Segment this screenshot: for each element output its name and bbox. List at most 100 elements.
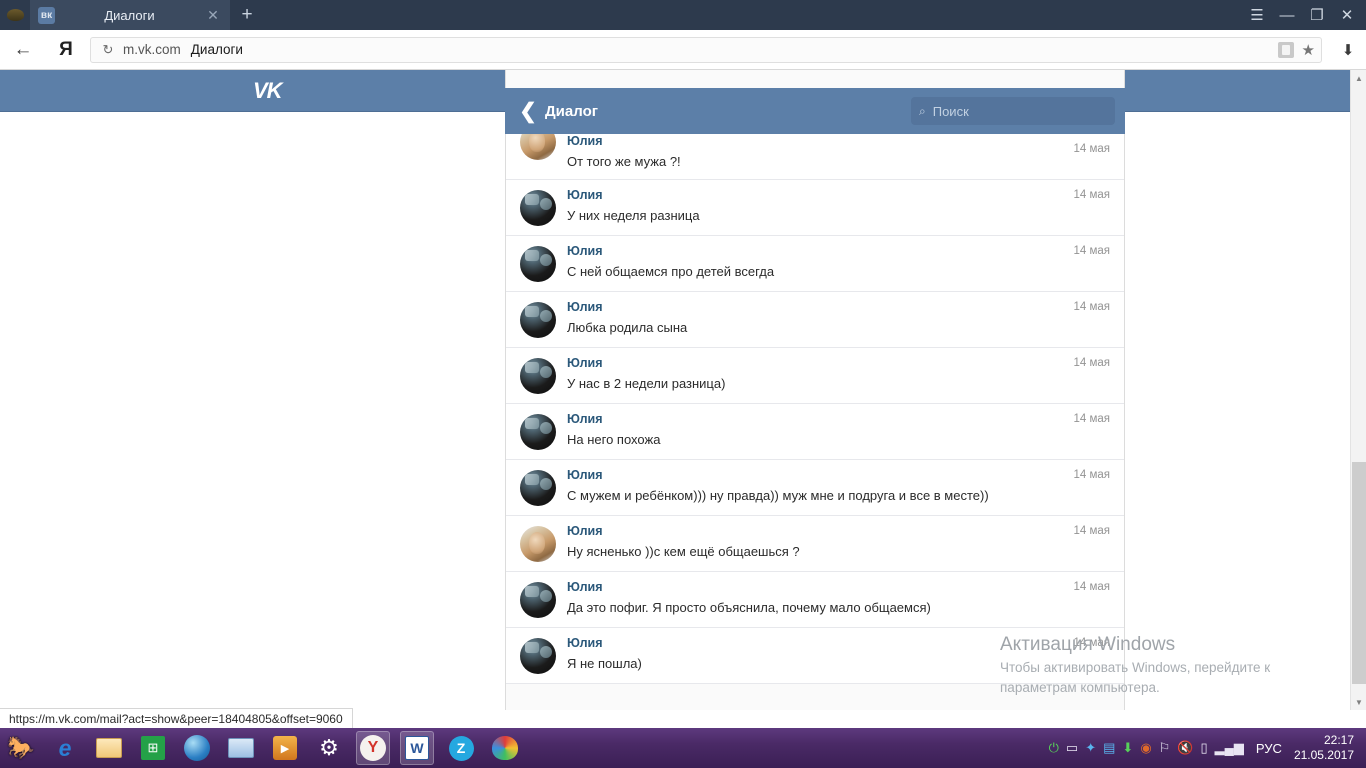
scroll-down-arrow-icon[interactable]: ▼ [1351,694,1366,710]
ferrari-icon[interactable]: 🐎 [4,731,38,765]
address-actions: ★ [1277,41,1315,59]
message-text: Любка родила сына [567,320,688,335]
battery-icon[interactable]: ▯ [1201,740,1208,756]
message-author[interactable]: Юлия [567,412,1058,426]
avatar[interactable] [520,638,556,674]
antivirus-icon[interactable]: ◉ [1140,740,1151,756]
address-input[interactable]: ↻ m.vk.com Диалоги ★ [90,36,1322,63]
yandex-logo-icon[interactable]: Я [46,30,86,70]
back-chevron-icon[interactable]: ❮ [515,99,541,124]
minimize-button[interactable]: — [1274,2,1300,28]
message-list: Юлия От того же мужа ?! 14 мая Юлия У них не… [506,134,1124,684]
back-button[interactable]: ← [0,30,46,70]
message-row[interactable]: Юлия Ну ясненько ))с кем ещё общаешься ? 1… [506,516,1124,572]
bookmark-star-icon[interactable]: ★ [1302,41,1315,59]
power-icon[interactable]: ⏻ [1049,740,1059,756]
message-author[interactable]: Юлия [567,468,1058,482]
restore-button[interactable]: ❐ [1304,2,1330,28]
message-row[interactable]: Юлия Я не пошла) 14 мая [506,628,1124,684]
microsoft-store-icon[interactable]: ⊞ [136,731,170,765]
browser-window: вк Диалоги ✕ + ☰ — ❐ ✕ ← Я ↻ m.vk.com Ди… [0,0,1366,768]
downloads-icon[interactable]: ⬇ [1330,30,1366,70]
message-text: У них неделя разница [567,208,700,223]
message-author[interactable]: Юлия [567,244,1058,258]
message-author[interactable]: Юлия [567,356,1058,370]
settings-gear-icon[interactable]: ⚙ [312,731,346,765]
app-menu-icon[interactable] [0,0,30,30]
message-row[interactable]: Юлия Любка родила сына 14 мая [506,292,1124,348]
clock[interactable]: 22:17 21.05.2017 [1294,733,1358,763]
scrollbar-thumb[interactable] [1352,462,1366,684]
message-row[interactable]: Юлия От того же мужа ?! 14 мая [506,134,1124,180]
message-date: 14 мая [1073,245,1110,257]
message-body: Юлия С ней общаемся про детей всегда [567,244,1110,282]
media-player-icon[interactable]: ▶ [268,731,302,765]
message-author[interactable]: Юлия [567,524,1058,538]
language-indicator[interactable]: РУС [1256,741,1282,756]
search-placeholder: Поиск [932,103,969,119]
message-row[interactable]: Юлия У нас в 2 недели разница) 14 мая [506,348,1124,404]
browser-globe-icon[interactable] [180,731,214,765]
message-text: От того же мужа ?! [567,154,681,169]
file-explorer-icon[interactable] [92,731,126,765]
zona-icon[interactable]: Z [444,731,478,765]
monitor-icon[interactable]: ▤ [1103,740,1115,756]
message-row[interactable]: Юлия Да это пофиг. Я просто объяснила, по… [506,572,1124,628]
message-date: 14 мая [1073,469,1110,481]
search-input[interactable]: ⌕ Поиск [911,97,1115,125]
avatar[interactable] [520,470,556,506]
new-tab-button[interactable]: + [230,0,264,30]
network-icon[interactable]: ▂▄▆ [1215,740,1244,756]
update-icon[interactable]: ⬇ [1122,740,1133,756]
avatar[interactable] [520,414,556,450]
bluetooth-icon[interactable]: ✦ [1085,740,1096,756]
message-author[interactable]: Юлия [567,636,1058,650]
message-author[interactable]: Юлия [567,188,1058,202]
close-button[interactable]: ✕ [1334,2,1360,28]
dialog-header-bar: ❮ Диалог ⌕ Поиск [505,88,1125,134]
avatar[interactable] [520,358,556,394]
screen-icon[interactable]: ▭ [1066,740,1078,756]
reload-icon[interactable]: ↻ [97,42,119,58]
message-author[interactable]: Юлия [567,134,1058,148]
paint-app-icon[interactable] [488,731,522,765]
avatar[interactable] [520,526,556,562]
message-body: Юлия С мужем и ребёнком))) ну правда)) му… [567,468,1110,506]
message-date: 14 мая [1073,581,1110,593]
message-body: Юлия Любка родила сына [567,300,1110,338]
reader-mode-icon[interactable] [1277,41,1294,58]
taskbar-apps: 🐎 e ⊞ ▶ ⚙ Y W Z [0,731,522,765]
tab-dialogi[interactable]: вк Диалоги ✕ [30,0,230,30]
message-text: Я не пошла) [567,656,642,671]
browser-menu-icon[interactable]: ☰ [1244,2,1270,28]
yandex-browser-icon[interactable]: Y [356,731,390,765]
message-row[interactable]: Юлия С мужем и ребёнком))) ну правда)) му… [506,460,1124,516]
avatar[interactable] [520,246,556,282]
message-body: Юлия Да это пофиг. Я просто объяснила, по… [567,580,1110,618]
page-scrollbar[interactable]: ▲ ▼ [1350,70,1366,710]
vk-logo-icon[interactable]: VK [253,78,283,104]
message-author[interactable]: Юлия [567,580,1058,594]
volume-mute-icon[interactable]: 🔇 [1177,740,1193,756]
control-panel-icon[interactable] [224,731,258,765]
message-date: 14 мая [1073,357,1110,369]
message-row[interactable]: Юлия У них неделя разница 14 мая [506,180,1124,236]
status-url-text: https://m.vk.com/mail?act=show&peer=1840… [9,711,343,726]
avatar[interactable] [520,582,556,618]
message-row[interactable]: Юлия На него похожа 14 мая [506,404,1124,460]
internet-explorer-icon[interactable]: e [48,731,82,765]
tab-close-icon[interactable]: ✕ [204,6,222,24]
url-bar: ← Я ↻ m.vk.com Диалоги ★ ⬇ [0,30,1366,70]
microsoft-word-icon[interactable]: W [400,731,434,765]
search-icon: ⌕ [919,103,926,118]
avatar[interactable] [520,190,556,226]
avatar[interactable] [520,134,556,160]
windows-taskbar: 🐎 e ⊞ ▶ ⚙ Y W Z ⏻ ▭ ✦ ▤ ⬇ ◉ ⚐ 🔇 ▯ ▂▄▆ РУС 22:17… [0,728,1366,768]
message-date: 14 мая [1073,637,1110,649]
avatar[interactable] [520,302,556,338]
message-row[interactable]: Юлия С ней общаемся про детей всегда 14 ма… [506,236,1124,292]
clock-time: 22:17 [1323,733,1354,747]
message-author[interactable]: Юлия [567,300,1058,314]
scroll-up-arrow-icon[interactable]: ▲ [1351,70,1366,86]
flag-icon[interactable]: ⚐ [1159,740,1171,756]
